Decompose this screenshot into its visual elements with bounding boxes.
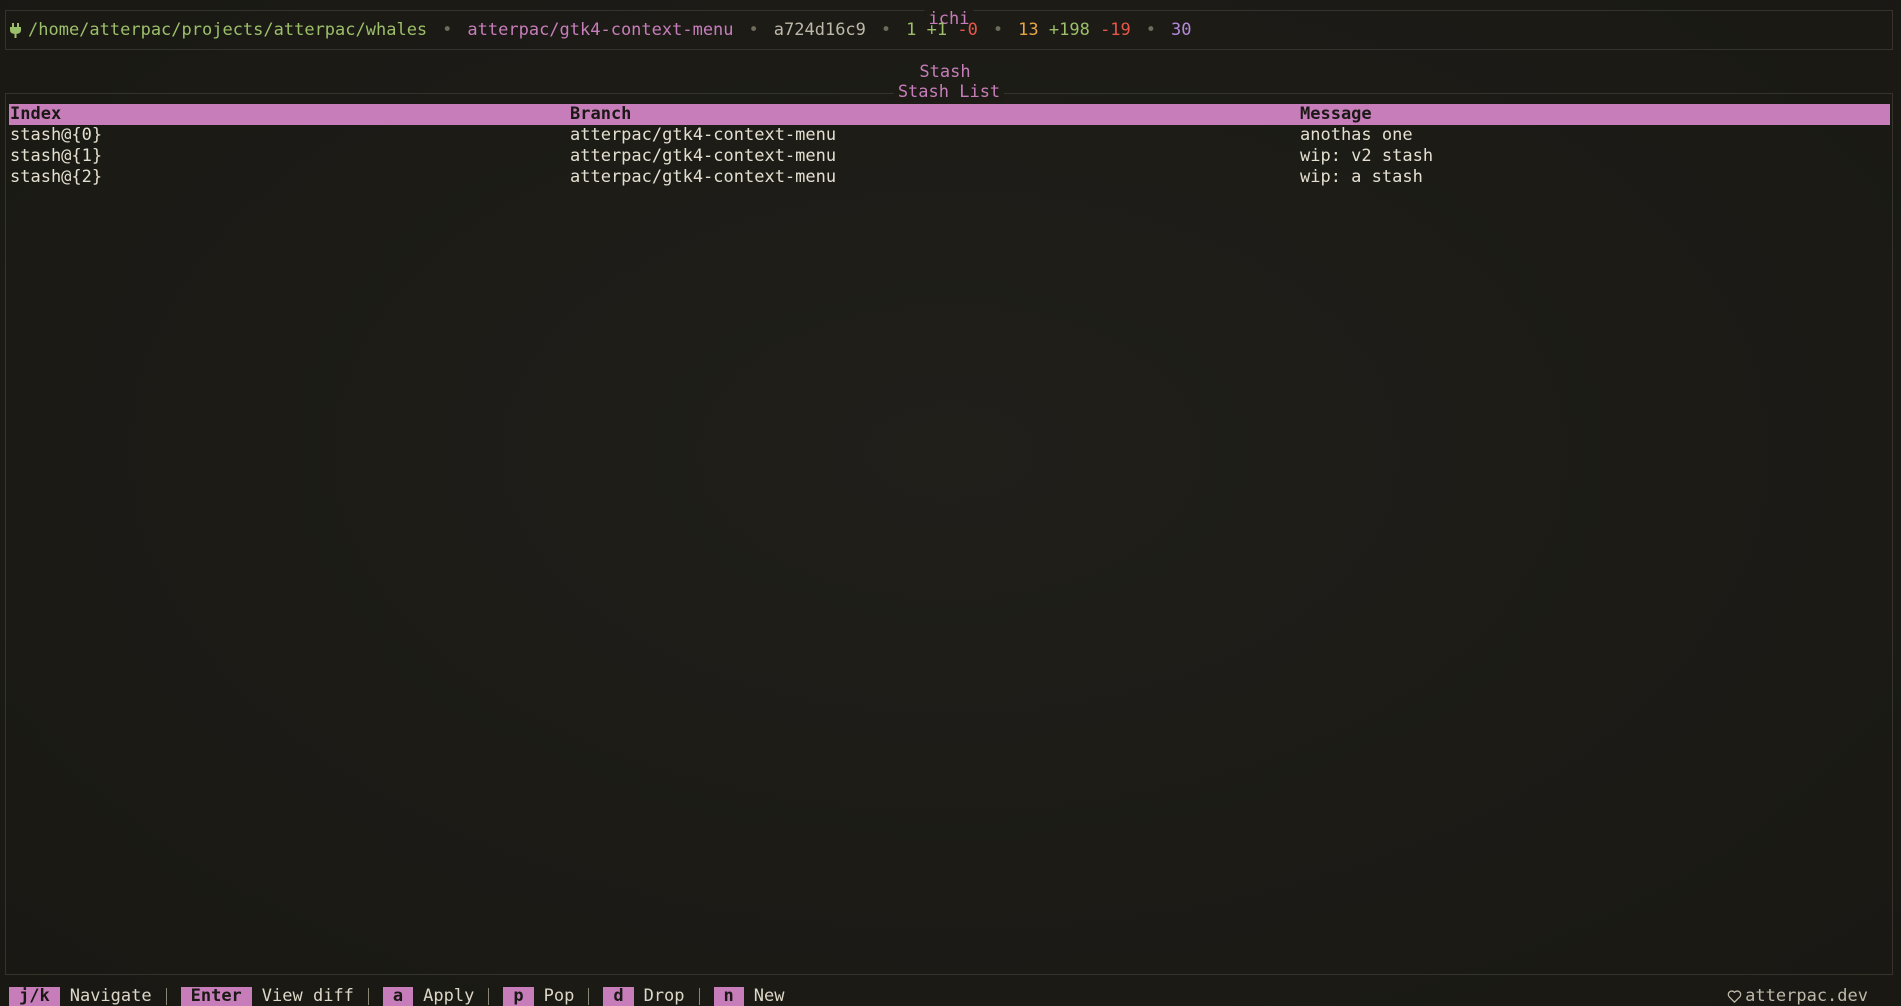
separator: • <box>748 20 759 40</box>
panel-title: Stash List <box>893 83 1005 101</box>
ahead-plus: +1 <box>926 20 948 40</box>
key-pop[interactable]: p <box>503 987 534 1006</box>
ahead-minus: -0 <box>957 20 978 40</box>
stash-branch: atterpac/gtk4-context-menu <box>570 167 837 187</box>
hint-pop: Pop <box>543 986 575 1006</box>
keybinding-bar: j/k Navigate Enter View diff a Apply p P… <box>9 987 785 1006</box>
stash-index: stash@{0} <box>10 125 103 145</box>
files-changed: 13 <box>1018 20 1039 40</box>
stash-branch: atterpac/gtk4-context-menu <box>570 125 837 145</box>
separator: • <box>992 20 1004 40</box>
brand-credit[interactable]: atterpac.dev <box>1727 987 1868 1006</box>
heart-outline-icon <box>1727 989 1745 1004</box>
stash-message: wip: v2 stash <box>1300 146 1434 166</box>
hint-new: New <box>753 986 785 1006</box>
column-header-message[interactable]: Message <box>1300 104 1372 125</box>
git-plug-icon <box>9 23 22 38</box>
divider <box>367 988 369 1005</box>
stash-branch: atterpac/gtk4-context-menu <box>570 146 837 166</box>
hint-view-diff: View diff <box>261 986 354 1006</box>
stash-count: 30 <box>1171 20 1192 40</box>
view-title: Stash <box>919 62 971 82</box>
key-new[interactable]: n <box>713 987 744 1006</box>
column-header-index[interactable]: Index <box>10 104 61 125</box>
status-line: /home/atterpac/projects/atterpac/whales … <box>9 20 1192 41</box>
key-view-diff[interactable]: Enter <box>180 987 252 1006</box>
column-header-branch[interactable]: Branch <box>570 104 631 125</box>
divider <box>588 988 590 1005</box>
divider <box>488 988 490 1005</box>
current-branch: atterpac/gtk4-context-menu <box>467 20 734 40</box>
insertions: +198 <box>1048 20 1090 40</box>
stash-index: stash@{2} <box>10 167 103 187</box>
repo-path: /home/atterpac/projects/atterpac/whales <box>28 20 428 40</box>
commit-hash: a724d16c9 <box>773 20 866 40</box>
deletions: -19 <box>1100 20 1131 40</box>
key-apply[interactable]: a <box>382 987 414 1006</box>
key-drop[interactable]: d <box>603 987 634 1006</box>
stash-message: anothas one <box>1300 125 1413 145</box>
divider <box>165 988 167 1005</box>
stash-list-panel: Stash List <box>5 83 1893 975</box>
ahead-count: 1 <box>906 20 917 40</box>
stash-message: wip: a stash <box>1300 167 1423 187</box>
separator: • <box>442 20 453 40</box>
table-row[interactable]: stash@{1} atterpac/gtk4-context-menu wip… <box>9 146 1890 167</box>
divider <box>698 988 700 1005</box>
hint-apply: Apply <box>423 986 475 1006</box>
table-header: Index Branch Message <box>9 104 1890 125</box>
separator: • <box>880 20 892 40</box>
separator: • <box>1145 20 1157 40</box>
brand-link[interactable]: atterpac.dev <box>1745 987 1868 1006</box>
key-navigate[interactable]: j/k <box>9 987 60 1006</box>
hint-drop: Drop <box>643 986 685 1006</box>
table-row[interactable]: stash@{0} atterpac/gtk4-context-menu ano… <box>9 125 1890 146</box>
hint-navigate: Navigate <box>69 986 152 1006</box>
stash-index: stash@{1} <box>10 146 103 166</box>
table-row[interactable]: stash@{2} atterpac/gtk4-context-menu wip… <box>9 167 1890 188</box>
